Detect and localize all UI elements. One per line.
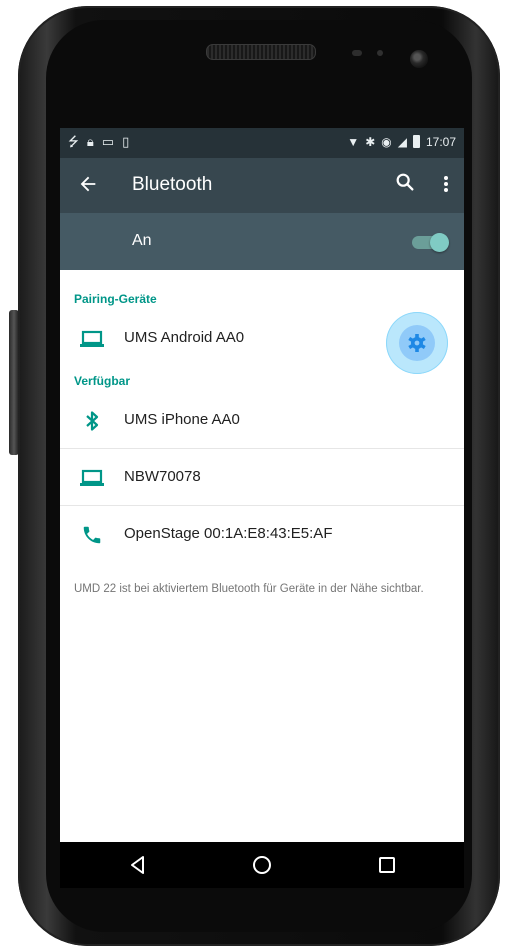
screen: ⭍ 🔒︎ ▭ ▯ ▼ ✱ ◉ ◢ 17:07 Bluetooth An Pair… [60, 128, 464, 888]
device-name: UMS iPhone AA0 [124, 411, 240, 428]
available-device-row[interactable]: UMS iPhone AA0 [60, 393, 464, 449]
toolbar: Bluetooth [60, 158, 464, 213]
proximity-sensor [352, 50, 362, 56]
laptop-icon [80, 328, 104, 350]
more-vert-icon [444, 176, 448, 180]
search-icon [396, 173, 414, 191]
earpiece-speaker [206, 44, 316, 60]
triangle-back-icon [131, 856, 144, 874]
bluetooth-toggle[interactable] [412, 233, 450, 252]
nav-home-button[interactable] [247, 850, 277, 880]
device-name: UMS Android AA0 [124, 329, 245, 346]
overflow-menu-button[interactable] [436, 171, 456, 197]
arrow-back-icon [80, 176, 96, 192]
gear-icon [408, 334, 426, 352]
available-device-row[interactable]: NBW70078 [60, 450, 464, 506]
nav-back-button[interactable] [123, 850, 153, 880]
section-header-available: Verfügbar [74, 374, 131, 388]
bluetooth-switch-bar[interactable]: An [60, 213, 464, 270]
system-icons: ▼ ✱ ◉ ◢ 17:07 [347, 134, 456, 149]
search-button[interactable] [394, 171, 420, 197]
navigation-bar [60, 842, 464, 888]
divider [60, 505, 464, 506]
page-title: Bluetooth [132, 174, 213, 195]
section-header-paired: Pairing-Geräte [74, 292, 157, 306]
side-button [9, 310, 19, 455]
bluetooth-icon [80, 410, 104, 432]
device-settings-button[interactable] [399, 325, 435, 361]
light-sensor [377, 50, 383, 56]
device-icon: ▯ [122, 134, 130, 149]
back-button[interactable] [74, 170, 102, 198]
front-camera [410, 50, 428, 68]
lock-icon: 🔒︎ [86, 134, 94, 149]
vibrate-icon: ◉ [381, 135, 392, 149]
notification-icons: ⭍ 🔒︎ ▭ ▯ [68, 135, 129, 148]
signal-icon: ◢ [397, 135, 407, 149]
usb-icon: ⭍ [68, 134, 79, 149]
toggle-thumb [430, 233, 449, 252]
device-name: OpenStage 00:1A:E8:43:E5:AF [124, 525, 333, 542]
status-time: 17:07 [425, 135, 456, 149]
laptop-icon [80, 467, 104, 489]
visibility-note: UMD 22 ist bei aktiviertem Bluetooth für… [74, 583, 424, 595]
square-recents-icon [379, 857, 395, 873]
circle-home-icon [253, 856, 271, 874]
divider [60, 448, 464, 449]
location-icon: ▼ [347, 135, 360, 149]
switch-label: An [132, 232, 152, 249]
available-device-row[interactable]: OpenStage 00:1A:E8:43:E5:AF [60, 507, 464, 563]
status-bar: ⭍ 🔒︎ ▭ ▯ ▼ ✱ ◉ ◢ 17:07 [60, 128, 464, 158]
phone-icon [80, 524, 104, 546]
screen-icon: ▭ [101, 134, 115, 149]
nav-recents-button[interactable] [372, 850, 402, 880]
battery-icon [412, 134, 420, 148]
bluetooth-status-icon: ✱ [365, 135, 376, 149]
device-name: NBW70078 [124, 468, 201, 485]
